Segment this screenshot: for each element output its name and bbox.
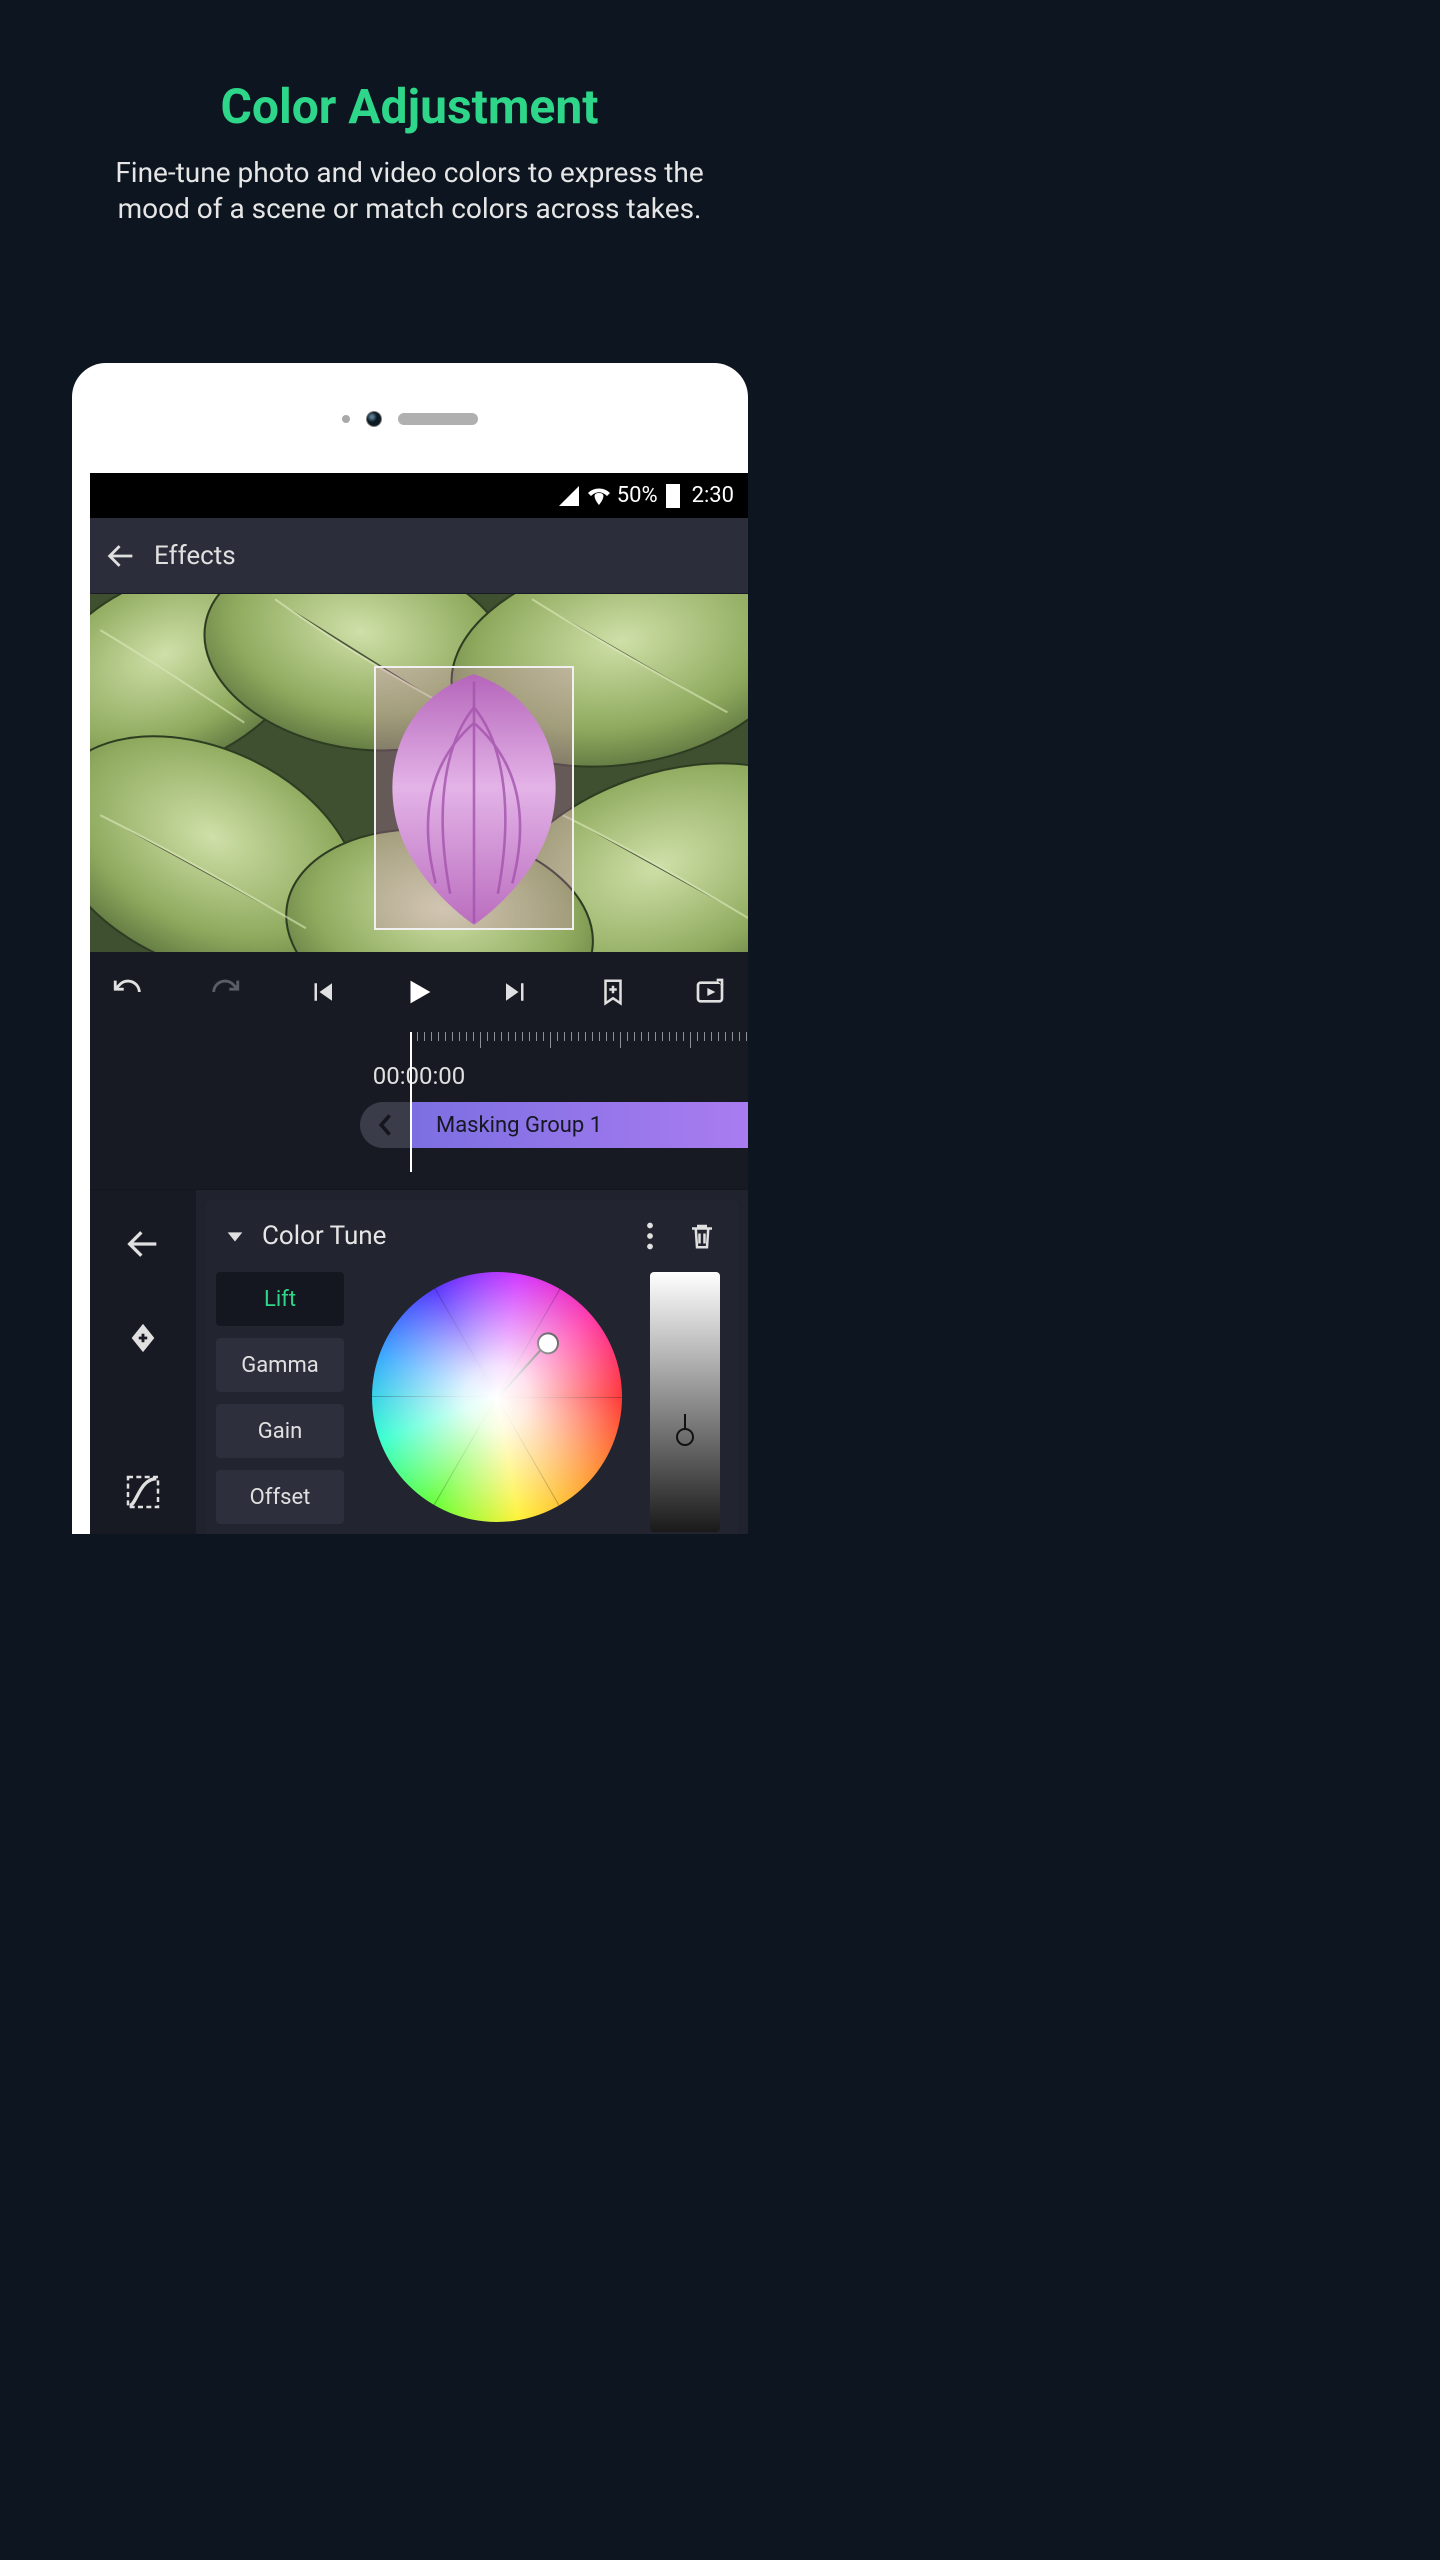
battery-percent: 50% — [617, 483, 658, 508]
more-button[interactable] — [632, 1218, 668, 1254]
front-camera — [366, 411, 382, 427]
collapse-icon[interactable] — [224, 1225, 246, 1247]
device-screen: 50% 2:30 Effects — [90, 473, 748, 1534]
promo-subtitle: Fine-tune photo and video colors to expr… — [80, 155, 739, 228]
timecode: 00:00:00 — [90, 1062, 748, 1090]
panel-back-button[interactable] — [121, 1222, 165, 1266]
effects-panel: Color Tune Lift Gamma Gain Offset — [90, 1189, 748, 1534]
clip-prev-button[interactable] — [360, 1102, 412, 1148]
add-keyframe-button[interactable] — [121, 1316, 165, 1360]
effects-sidebar — [90, 1190, 196, 1534]
preview-viewport[interactable] — [90, 594, 748, 952]
playhead[interactable] — [410, 1032, 412, 1172]
effects-title: Color Tune — [262, 1221, 386, 1251]
color-wheel-handle[interactable] — [497, 1341, 549, 1398]
level-slider[interactable] — [650, 1272, 720, 1532]
delete-button[interactable] — [684, 1218, 720, 1254]
sensor-dot — [342, 415, 350, 423]
app-bar-title: Effects — [154, 541, 236, 571]
masked-leaf — [374, 666, 574, 930]
wifi-icon — [587, 484, 611, 508]
redo-button — [205, 972, 245, 1012]
device-frame: 50% 2:30 Effects — [72, 363, 748, 1534]
back-arrow-icon[interactable] — [104, 539, 138, 573]
tune-tabs: Lift Gamma Gain Offset — [216, 1272, 344, 1532]
app-bar: Effects — [90, 518, 748, 594]
play-button[interactable] — [399, 972, 439, 1012]
clock: 2:30 — [692, 483, 734, 508]
tab-gamma[interactable]: Gamma — [216, 1338, 344, 1392]
device-sensors — [72, 411, 748, 427]
promo-title: Color Adjustment — [0, 78, 819, 135]
add-marker-button[interactable] — [593, 972, 633, 1012]
curve-button[interactable] — [121, 1470, 165, 1514]
tab-gain[interactable]: Gain — [216, 1404, 344, 1458]
battery-icon — [666, 484, 680, 508]
effects-header: Color Tune — [206, 1200, 738, 1272]
status-bar: 50% 2:30 — [90, 473, 748, 518]
color-wheel[interactable] — [358, 1272, 636, 1532]
speaker — [398, 413, 478, 425]
prev-clip-button[interactable] — [302, 972, 342, 1012]
timeline-ruler: /* lines generated via JS below */ — [90, 1032, 748, 1052]
level-slider-thumb[interactable] — [676, 1414, 694, 1446]
tab-offset[interactable]: Offset — [216, 1470, 344, 1524]
timeline[interactable]: /* lines generated via JS below */ 00:00… — [90, 1032, 748, 1172]
playback-toolbar — [90, 952, 748, 1032]
tab-lift[interactable]: Lift — [216, 1272, 344, 1326]
clip-label: Masking Group 1 — [436, 1113, 602, 1138]
fullscreen-button[interactable] — [690, 972, 730, 1012]
next-clip-button[interactable] — [496, 972, 536, 1012]
timeline-clip[interactable]: Masking Group 1 — [412, 1102, 748, 1148]
cellular-icon — [557, 484, 581, 508]
undo-button[interactable] — [108, 972, 148, 1012]
